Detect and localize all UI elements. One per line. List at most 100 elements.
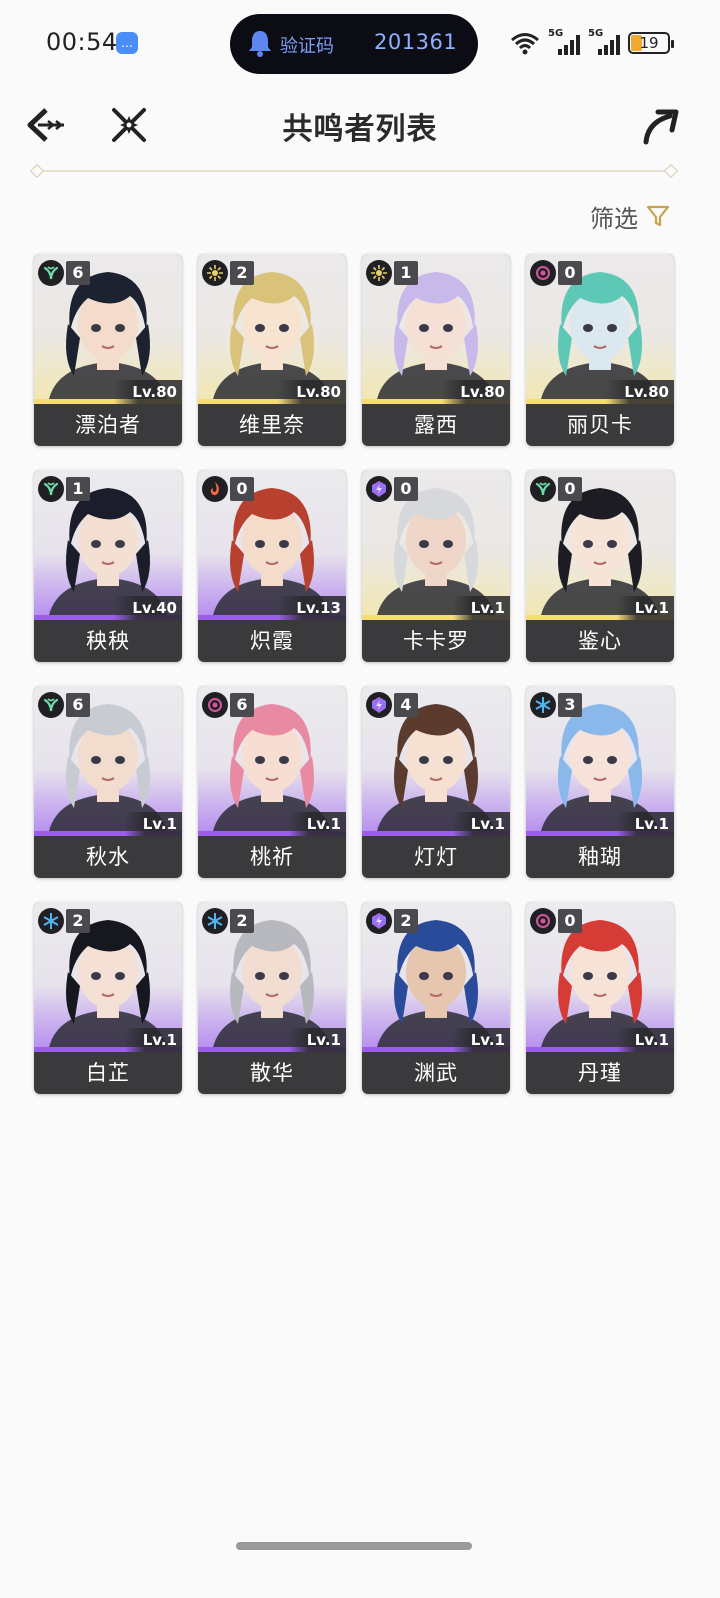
glacio-icon — [530, 692, 556, 718]
level-label: Lv.80 — [114, 380, 182, 404]
dynamic-island-notification[interactable]: 验证码 201361 — [230, 14, 478, 74]
character-card[interactable]: 0 Lv.1 卡卡罗 — [362, 470, 510, 662]
level-label: Lv.1 — [452, 812, 510, 836]
character-card[interactable]: 6 Lv.80 漂泊者 — [34, 254, 182, 446]
fusion-icon — [202, 476, 228, 502]
level-label: Lv.1 — [452, 1028, 510, 1052]
electro-icon — [366, 908, 392, 934]
character-card[interactable]: 2 Lv.80 维里奈 — [198, 254, 346, 446]
header-divider — [34, 170, 674, 172]
level-label: Lv.1 — [288, 812, 346, 836]
sequence-badge: 2 — [394, 909, 418, 933]
level-label: Lv.1 — [616, 1028, 674, 1052]
havoc-icon — [530, 908, 556, 934]
level-label: Lv.80 — [278, 380, 346, 404]
message-notification-icon: … — [116, 32, 138, 54]
share-arrow-icon[interactable] — [640, 106, 682, 146]
sequence-badge: 6 — [66, 261, 90, 285]
glacio-icon — [38, 908, 64, 934]
glacio-icon — [202, 908, 228, 934]
sequence-badge: 1 — [66, 477, 90, 501]
sequence-badge: 3 — [558, 693, 582, 717]
sequence-badge: 4 — [394, 693, 418, 717]
sequence-badge: 0 — [558, 909, 582, 933]
character-name: 散华 — [250, 1061, 294, 1085]
character-card[interactable]: 6 Lv.1 秋水 — [34, 686, 182, 878]
character-card[interactable]: 2 Lv.1 白芷 — [34, 902, 182, 1094]
havoc-icon — [530, 260, 556, 286]
character-name: 丽贝卡 — [567, 413, 633, 437]
battery-icon: 19 — [628, 32, 674, 54]
character-name: 釉瑚 — [578, 845, 622, 869]
home-indicator[interactable] — [236, 1542, 472, 1550]
network-type-2: 5G — [588, 28, 604, 39]
wifi-icon — [511, 33, 539, 55]
level-label: Lv.1 — [124, 1028, 182, 1052]
sequence-badge: 2 — [230, 909, 254, 933]
spectro-icon — [202, 260, 228, 286]
character-card[interactable]: 3 Lv.1 釉瑚 — [526, 686, 674, 878]
character-card[interactable]: 0 Lv.1 丹瑾 — [526, 902, 674, 1094]
character-name: 露西 — [414, 413, 458, 437]
character-name: 维里奈 — [239, 413, 305, 437]
status-bar: 00:54 … 验证码 201361 5G 5G 19 — [0, 0, 720, 88]
filter-label: 筛选 — [590, 204, 638, 233]
level-label: Lv.1 — [124, 812, 182, 836]
aero-icon — [38, 476, 64, 502]
sequence-badge: 2 — [230, 261, 254, 285]
sequence-badge: 0 — [230, 477, 254, 501]
character-name: 白芷 — [86, 1061, 130, 1085]
level-label: Lv.40 — [114, 596, 182, 620]
character-card[interactable]: 0 Lv.80 丽贝卡 — [526, 254, 674, 446]
sequence-badge: 6 — [230, 693, 254, 717]
app-header: 共鸣者列表 — [0, 88, 720, 168]
character-name: 灯灯 — [414, 845, 458, 869]
network-type-1: 5G — [548, 28, 564, 39]
filter-button[interactable]: 筛选 — [590, 198, 670, 234]
system-icons: 5G 5G 19 — [510, 28, 674, 56]
electro-icon — [366, 476, 392, 502]
level-label: Lv.1 — [288, 1028, 346, 1052]
character-name: 渊武 — [414, 1061, 458, 1085]
aero-icon — [38, 260, 64, 286]
sequence-badge: 1 — [394, 261, 418, 285]
verification-code-label: 验证码 — [280, 36, 334, 57]
character-name: 秋水 — [86, 845, 130, 869]
aero-icon — [38, 692, 64, 718]
aero-icon — [530, 476, 556, 502]
level-label: Lv.13 — [278, 596, 346, 620]
character-name: 卡卡罗 — [403, 629, 469, 653]
sequence-badge: 0 — [394, 477, 418, 501]
level-label: Lv.80 — [606, 380, 674, 404]
character-card[interactable]: 0 Lv.13 炽霞 — [198, 470, 346, 662]
character-name: 鉴心 — [578, 629, 622, 653]
character-name: 桃祈 — [250, 845, 294, 869]
character-card[interactable]: 4 Lv.1 灯灯 — [362, 686, 510, 878]
sequence-badge: 6 — [66, 693, 90, 717]
character-card[interactable]: 2 Lv.1 渊武 — [362, 902, 510, 1094]
page-title: 共鸣者列表 — [282, 112, 438, 147]
level-label: Lv.1 — [616, 812, 674, 836]
character-name: 丹瑾 — [578, 1061, 622, 1085]
character-name: 炽霞 — [250, 629, 294, 653]
spectro-icon — [366, 260, 392, 286]
resonator-grid: 6 Lv.80 漂泊者 2 Lv.80 维里奈 1 Lv.80 露西 0 Lv.80 丽贝卡 1 Lv.4… — [34, 254, 674, 1094]
verification-code-value: 201361 — [374, 30, 458, 54]
filter-funnel-icon — [646, 205, 670, 227]
level-label: Lv.1 — [616, 596, 674, 620]
level-label: Lv.1 — [452, 596, 510, 620]
electro-icon — [366, 692, 392, 718]
signal-icon-1: 5G — [548, 28, 580, 55]
character-card[interactable]: 0 Lv.1 鉴心 — [526, 470, 674, 662]
character-name: 漂泊者 — [75, 413, 141, 437]
character-card[interactable]: 2 Lv.1 散华 — [198, 902, 346, 1094]
level-label: Lv.80 — [442, 380, 510, 404]
character-card[interactable]: 1 Lv.80 露西 — [362, 254, 510, 446]
sequence-badge: 0 — [558, 261, 582, 285]
sequence-badge: 2 — [66, 909, 90, 933]
havoc-icon — [202, 692, 228, 718]
battery-level: 19 — [639, 34, 659, 52]
character-card[interactable]: 1 Lv.40 秧秧 — [34, 470, 182, 662]
character-card[interactable]: 6 Lv.1 桃祈 — [198, 686, 346, 878]
sequence-badge: 0 — [558, 477, 582, 501]
